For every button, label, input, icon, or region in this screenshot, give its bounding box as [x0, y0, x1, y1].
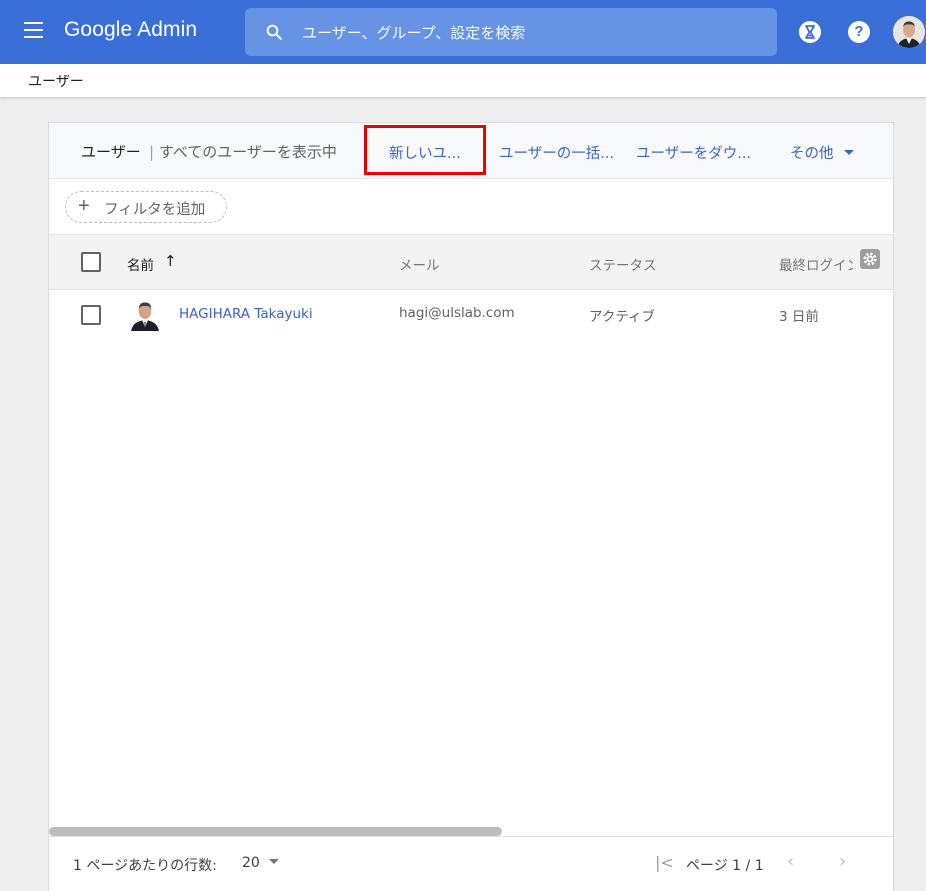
caret-down-icon: [843, 149, 854, 155]
add-new-user-button[interactable]: 新しいユ...: [389, 142, 461, 163]
search-placeholder[interactable]: ユーザー、グループ、設定を検索: [302, 22, 525, 43]
bulk-update-users-button[interactable]: ユーザーの一括...: [499, 142, 614, 163]
rows-per-page-value: 20: [242, 855, 260, 871]
more-options-button[interactable]: その他: [790, 142, 854, 163]
plus-icon: +: [78, 195, 90, 217]
column-header-name[interactable]: 名前: [127, 254, 154, 274]
search-icon: [266, 24, 282, 40]
first-page-icon[interactable]: |<: [655, 853, 674, 872]
users-card: ユーザー | すべてのユーザーを表示中 新しいユ... ユーザーの一括... ユ…: [48, 122, 894, 891]
table-row[interactable]: HAGIHARA Takayuki hagi@ulslab.com アクティブ …: [49, 290, 893, 340]
user-name-link[interactable]: HAGIHARA Takayuki: [179, 306, 313, 322]
menu-icon[interactable]: [24, 22, 46, 42]
scrollbar-thumb[interactable]: [49, 827, 502, 836]
select-all-checkbox[interactable]: [81, 252, 101, 272]
breadcrumb: ユーザー: [0, 64, 926, 97]
download-users-button[interactable]: ユーザーをダウ...: [636, 142, 751, 163]
title-separator: |: [149, 143, 155, 161]
more-options-label: その他: [790, 146, 834, 162]
horizontal-scrollbar[interactable]: [49, 826, 893, 836]
user-avatar: [129, 297, 161, 331]
app-logo[interactable]: Google Admin: [64, 18, 197, 42]
help-icon[interactable]: ?: [848, 21, 870, 43]
caret-down-icon: [268, 858, 279, 864]
sort-ascending-icon[interactable]: ↑: [164, 252, 177, 270]
card-header: ユーザー | すべてのユーザーを表示中 新しいユ... ユーザーの一括... ユ…: [49, 123, 893, 179]
chevron-right-icon[interactable]: ›: [839, 851, 846, 872]
gear-icon[interactable]: [860, 249, 880, 269]
user-email: hagi@ulslab.com: [399, 305, 515, 321]
rows-per-page-label: 1 ページあたりの行数:: [73, 858, 217, 874]
table-header: 名前 ↑ メール ステータス 最終ログイン: [49, 235, 893, 290]
search-bar[interactable]: ユーザー、グループ、設定を検索: [245, 8, 777, 56]
filter-row: + フィルタを追加: [49, 179, 893, 235]
row-checkbox[interactable]: [81, 305, 101, 325]
add-filter-label: フィルタを追加: [104, 202, 206, 218]
page-indicator: ページ 1 / 1: [686, 858, 764, 874]
subtitle-text: すべてのユーザーを表示中: [158, 143, 337, 161]
card-subtitle: | すべてのユーザーを表示中: [149, 141, 337, 162]
column-header-email[interactable]: メール: [399, 254, 440, 274]
add-filter-button[interactable]: + フィルタを追加: [65, 191, 227, 223]
hourglass-icon[interactable]: [799, 21, 821, 43]
table-footer: 1 ページあたりの行数: 20 |< ページ 1 / 1 ‹ ›: [49, 836, 893, 891]
column-header-status[interactable]: ステータス: [589, 254, 657, 274]
chevron-left-icon[interactable]: ‹: [787, 851, 794, 872]
card-title: ユーザー: [81, 143, 141, 161]
breadcrumb-users[interactable]: ユーザー: [28, 71, 84, 91]
account-avatar[interactable]: [893, 16, 925, 48]
column-header-last-login[interactable]: 最終ログイン: [779, 254, 853, 274]
rows-per-page-select[interactable]: 20: [242, 855, 279, 871]
user-status: アクティブ: [589, 309, 656, 325]
user-last-login: 3 日前: [779, 309, 819, 325]
top-app-bar: Google Admin ユーザー、グループ、設定を検索 ?: [0, 0, 926, 64]
